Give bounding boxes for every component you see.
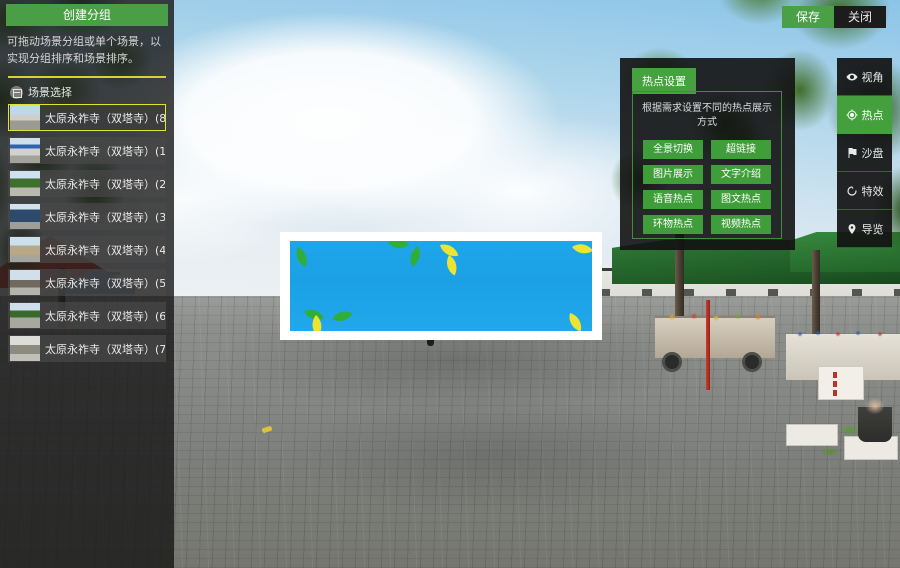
scene-item-label: 太原永祚寺（双塔寺）(3) xyxy=(45,210,165,224)
hotspot-settings-panel: 热点设置 根据需求设置不同的热点展示方式 全景切换 超链接 图片展示 文字介绍 语音热点… xyxy=(620,58,795,250)
scene-thumbnail xyxy=(10,138,40,163)
scene-thumbnail xyxy=(10,204,40,229)
grid-icon xyxy=(10,85,23,99)
hotspot-type-button[interactable]: 语音热点 xyxy=(643,190,703,209)
hotspot-type-button[interactable]: 环物热点 xyxy=(643,215,703,234)
panorama-editor-app: 创建分组 可拖动场景分组或单个场景，以实现分组排序和场景排序。 场景选择 太原永… xyxy=(0,0,900,568)
scene-item-label: 太原永祚寺（双塔寺）(8) xyxy=(45,111,165,125)
save-button[interactable]: 保存 xyxy=(782,6,834,28)
ground-shadow-far xyxy=(230,380,750,530)
tool-menu-item-5[interactable]: 导览 xyxy=(837,210,892,248)
scene-list-item[interactable]: 太原永祚寺（双塔寺）(8) xyxy=(8,104,166,131)
scene-thumbnail xyxy=(10,105,40,130)
cart-produce xyxy=(660,310,770,324)
scene-item-label: 太原永祚寺（双塔寺）(5) xyxy=(45,276,165,290)
hotspot-type-button[interactable]: 图文热点 xyxy=(711,190,771,209)
eye-icon xyxy=(846,71,858,83)
hotspot-type-button[interactable]: 超链接 xyxy=(711,140,771,159)
scene-item-label: 太原永祚寺（双塔寺）(4) xyxy=(45,243,165,257)
hotspot-type-grid: 全景切换 超链接 图片展示 文字介绍 语音热点 图文热点 环物热点 视频热点 xyxy=(643,140,771,234)
tool-menu: 视角热点沙盘特效导览 xyxy=(837,58,892,248)
top-action-bar: 保存 关闭 xyxy=(782,6,886,28)
hotspot-panel-body: 根据需求设置不同的热点展示方式 全景切换 超链接 图片展示 文字介绍 语音热点 图文热点环… xyxy=(632,91,782,239)
scene-item-label: 太原永祚寺（双塔寺）(6) xyxy=(45,309,165,323)
scene-thumbnail xyxy=(10,237,40,262)
scene-thumbnail xyxy=(10,171,40,196)
media-preview-panel[interactable] xyxy=(280,232,602,340)
scene-section-label: 场景选择 xyxy=(28,86,72,99)
media-canvas xyxy=(290,241,592,331)
stall-sign xyxy=(818,366,864,400)
close-button[interactable]: 关闭 xyxy=(834,6,886,28)
location-pin-icon xyxy=(846,223,858,235)
scene-list-item[interactable]: 太原永祚寺（双塔寺）(5) xyxy=(8,269,166,296)
vendor-person xyxy=(858,398,892,442)
spinner-icon xyxy=(846,185,858,197)
tool-menu-item-1[interactable]: 视角 xyxy=(837,58,892,96)
hotspot-type-button[interactable]: 全景切换 xyxy=(643,140,703,159)
scene-list-item[interactable]: 太原永祚寺（双塔寺）(4) xyxy=(8,236,166,263)
cart-wheel-right xyxy=(742,352,762,372)
crate-left xyxy=(786,424,838,446)
flag-icon xyxy=(846,147,858,159)
scene-list-item[interactable]: 太原永祚寺（双塔寺）(7) xyxy=(8,335,166,362)
tool-menu-item-label: 沙盘 xyxy=(861,146,884,160)
scene-item-label: 太原永祚寺（双塔寺）(1) xyxy=(45,144,165,158)
sidebar-description: 可拖动场景分组或单个场景，以实现分组排序和场景排序。 xyxy=(7,35,161,65)
scene-list-item[interactable]: 太原永祚寺（双塔寺）(2) xyxy=(8,170,166,197)
create-group-button[interactable]: 创建分组 xyxy=(6,4,168,26)
hotspot-type-button[interactable]: 图片展示 xyxy=(643,165,703,184)
target-icon xyxy=(846,109,858,121)
tool-menu-item-3[interactable]: 沙盘 xyxy=(837,134,892,172)
tool-menu-item-4[interactable]: 特效 xyxy=(837,172,892,210)
tool-menu-item-2[interactable]: 热点 xyxy=(837,96,892,134)
scene-section-header: 场景选择 xyxy=(0,78,174,104)
scene-thumbnail xyxy=(10,303,40,328)
hotspot-type-button[interactable]: 视频热点 xyxy=(711,215,771,234)
red-pole xyxy=(706,300,710,390)
scene-list-item[interactable]: 太原永祚寺（双塔寺）(3) xyxy=(8,203,166,230)
scene-sidebar: 创建分组 可拖动场景分组或单个场景，以实现分组排序和场景排序。 场景选择 太原永… xyxy=(0,0,174,568)
hotspot-hint-text: 根据需求设置不同的热点展示方式 xyxy=(642,103,772,128)
scene-thumbnail xyxy=(10,270,40,295)
scene-item-label: 太原永祚寺（双塔寺）(2) xyxy=(45,177,165,191)
cart-wheel-left xyxy=(662,352,682,372)
tool-menu-item-label: 导览 xyxy=(861,222,884,236)
scene-thumbnail xyxy=(10,336,40,361)
stall-goods xyxy=(790,328,898,340)
scene-list: 太原永祚寺（双塔寺）(8) 太原永祚寺（双塔寺）(1) 太原永祚寺（双塔寺）(2) 太… xyxy=(0,104,174,362)
scene-list-item[interactable]: 太原永祚寺（双塔寺）(6) xyxy=(8,302,166,329)
tool-menu-item-label: 视角 xyxy=(861,70,884,84)
tool-menu-item-label: 特效 xyxy=(861,184,884,198)
scene-item-label: 太原永祚寺（双塔寺）(7) xyxy=(45,342,165,356)
hotspot-type-button[interactable]: 文字介绍 xyxy=(711,165,771,184)
tool-menu-item-label: 热点 xyxy=(861,108,884,122)
scene-list-item[interactable]: 太原永祚寺（双塔寺）(1) xyxy=(8,137,166,164)
